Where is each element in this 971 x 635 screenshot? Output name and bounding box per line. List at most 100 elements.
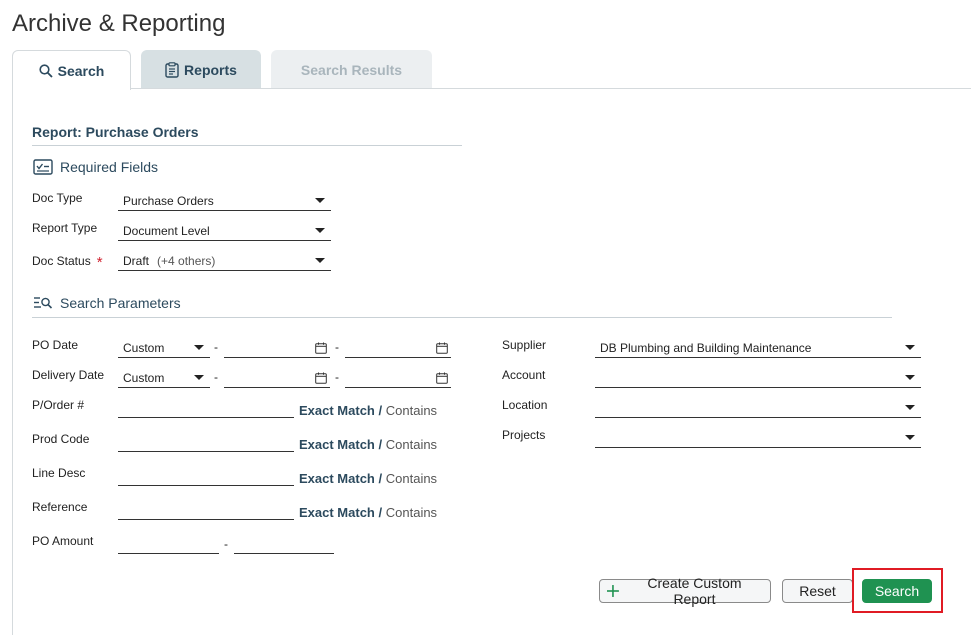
panel-left-border [12, 88, 13, 635]
required-marker: * [96, 254, 103, 271]
reset-label: Reset [799, 583, 836, 599]
chevron-down-icon [905, 405, 915, 410]
range-dash: - [335, 370, 339, 384]
exact-match-option[interactable]: Exact Match [299, 471, 375, 486]
po-amount-label: PO Amount [32, 534, 94, 548]
plus-icon [606, 585, 619, 597]
doc-status-value: Draft [123, 253, 150, 268]
po-date-label: PO Date [32, 338, 79, 352]
delivery-date-mode-select[interactable]: Custom [118, 368, 210, 388]
chevron-down-icon [315, 228, 325, 233]
account-select[interactable] [595, 368, 921, 388]
tab-label: Search Results [300, 61, 403, 78]
reference-match-toggle: Exact Match / Contains [299, 505, 437, 520]
po-date-mode-select[interactable]: Custom [118, 338, 210, 358]
prod-code-label: Prod Code [32, 432, 90, 446]
porder-match-toggle: Exact Match / Contains [299, 403, 437, 418]
contains-option[interactable]: Contains [386, 437, 437, 452]
tab-label: Search [57, 62, 105, 79]
doc-status-label-group: Doc Status * [32, 254, 103, 271]
chevron-down-icon [315, 198, 325, 203]
page-title: Archive & Reporting [12, 10, 226, 37]
line-desc-label: Line Desc [32, 466, 86, 480]
delivery-date-mode-value: Custom [123, 370, 165, 385]
chevron-down-icon [194, 375, 204, 380]
location-select[interactable] [595, 398, 921, 418]
contains-option[interactable]: Contains [386, 471, 437, 486]
projects-select[interactable] [595, 428, 921, 448]
supplier-value: DB Plumbing and Building Maintenance [600, 340, 812, 355]
report-type-select[interactable]: Document Level [118, 221, 331, 241]
match-separator: / [378, 437, 383, 452]
doc-status-label: Doc Status [32, 254, 91, 268]
projects-label: Projects [502, 428, 546, 442]
exact-match-option[interactable]: Exact Match [299, 437, 375, 452]
create-custom-report-label: Create Custom Report [647, 575, 742, 607]
supplier-select[interactable]: DB Plumbing and Building Maintenance [595, 338, 921, 358]
match-separator: / [378, 505, 383, 520]
calendar-icon[interactable] [436, 372, 448, 384]
calendar-icon[interactable] [436, 342, 448, 354]
line-desc-match-toggle: Exact Match / Contains [299, 471, 437, 486]
search-icon [39, 63, 53, 78]
delivery-date-from-field[interactable] [224, 368, 330, 388]
tab-search[interactable]: Search [12, 50, 131, 90]
prod-code-match-toggle: Exact Match / Contains [299, 437, 437, 452]
location-label: Location [502, 398, 548, 412]
chevron-down-icon [905, 435, 915, 440]
account-label: Account [502, 368, 546, 382]
reset-button[interactable]: Reset [782, 579, 853, 603]
required-fields-heading: Required Fields [33, 159, 158, 175]
create-custom-report-button[interactable]: Create Custom Report [599, 575, 771, 607]
tab-label: Reports [184, 61, 237, 78]
clipboard-icon [165, 61, 179, 78]
doc-status-select[interactable]: Draft (+4 others) [118, 251, 331, 271]
divider [32, 317, 892, 318]
match-separator: / [378, 403, 383, 418]
prod-code-input[interactable] [118, 432, 294, 452]
po-date-from-field[interactable] [224, 338, 330, 358]
po-date-to-field[interactable] [345, 338, 451, 358]
required-fields-label: Required Fields [60, 159, 159, 175]
doc-type-select[interactable]: Purchase Orders [118, 191, 331, 211]
divider [32, 145, 462, 146]
chevron-down-icon [194, 345, 204, 350]
porder-label: P/Order # [32, 398, 85, 412]
line-desc-input[interactable] [118, 466, 294, 486]
doc-status-extra: (+4 others) [157, 253, 216, 268]
report-type-value: Document Level [123, 223, 210, 238]
search-button-highlight [852, 568, 943, 613]
tab-panel-border [130, 88, 971, 89]
po-amount-min-input[interactable] [118, 534, 219, 554]
contains-option[interactable]: Contains [386, 403, 437, 418]
checklist-icon [33, 159, 53, 175]
chevron-down-icon [315, 258, 325, 263]
supplier-label: Supplier [502, 338, 547, 352]
reference-label: Reference [32, 500, 88, 514]
calendar-icon[interactable] [315, 372, 327, 384]
tab-reports[interactable]: Reports [141, 50, 261, 88]
delivery-date-to-field[interactable] [345, 368, 451, 388]
range-dash: - [335, 340, 339, 354]
po-amount-max-input[interactable] [234, 534, 334, 554]
porder-input[interactable] [118, 398, 294, 418]
doc-type-value: Purchase Orders [123, 193, 214, 208]
chevron-down-icon [905, 345, 915, 350]
doc-type-label: Doc Type [32, 191, 83, 205]
report-title: Report: Purchase Orders [32, 124, 199, 140]
tab-search-results: Search Results [271, 50, 432, 88]
range-dash: - [214, 370, 218, 384]
doc-status-value-group: Draft (+4 others) [123, 254, 215, 268]
contains-option[interactable]: Contains [386, 505, 437, 520]
chevron-down-icon [905, 375, 915, 380]
reference-input[interactable] [118, 500, 294, 520]
calendar-icon[interactable] [315, 342, 327, 354]
delivery-date-label: Delivery Date [32, 368, 105, 382]
range-dash: - [224, 537, 228, 551]
list-search-icon [34, 297, 53, 309]
search-parameters-label: Search Parameters [60, 295, 181, 311]
search-parameters-heading: Search Parameters [33, 295, 181, 311]
report-type-label: Report Type [32, 221, 98, 235]
exact-match-option[interactable]: Exact Match [299, 403, 375, 418]
exact-match-option[interactable]: Exact Match [299, 505, 375, 520]
